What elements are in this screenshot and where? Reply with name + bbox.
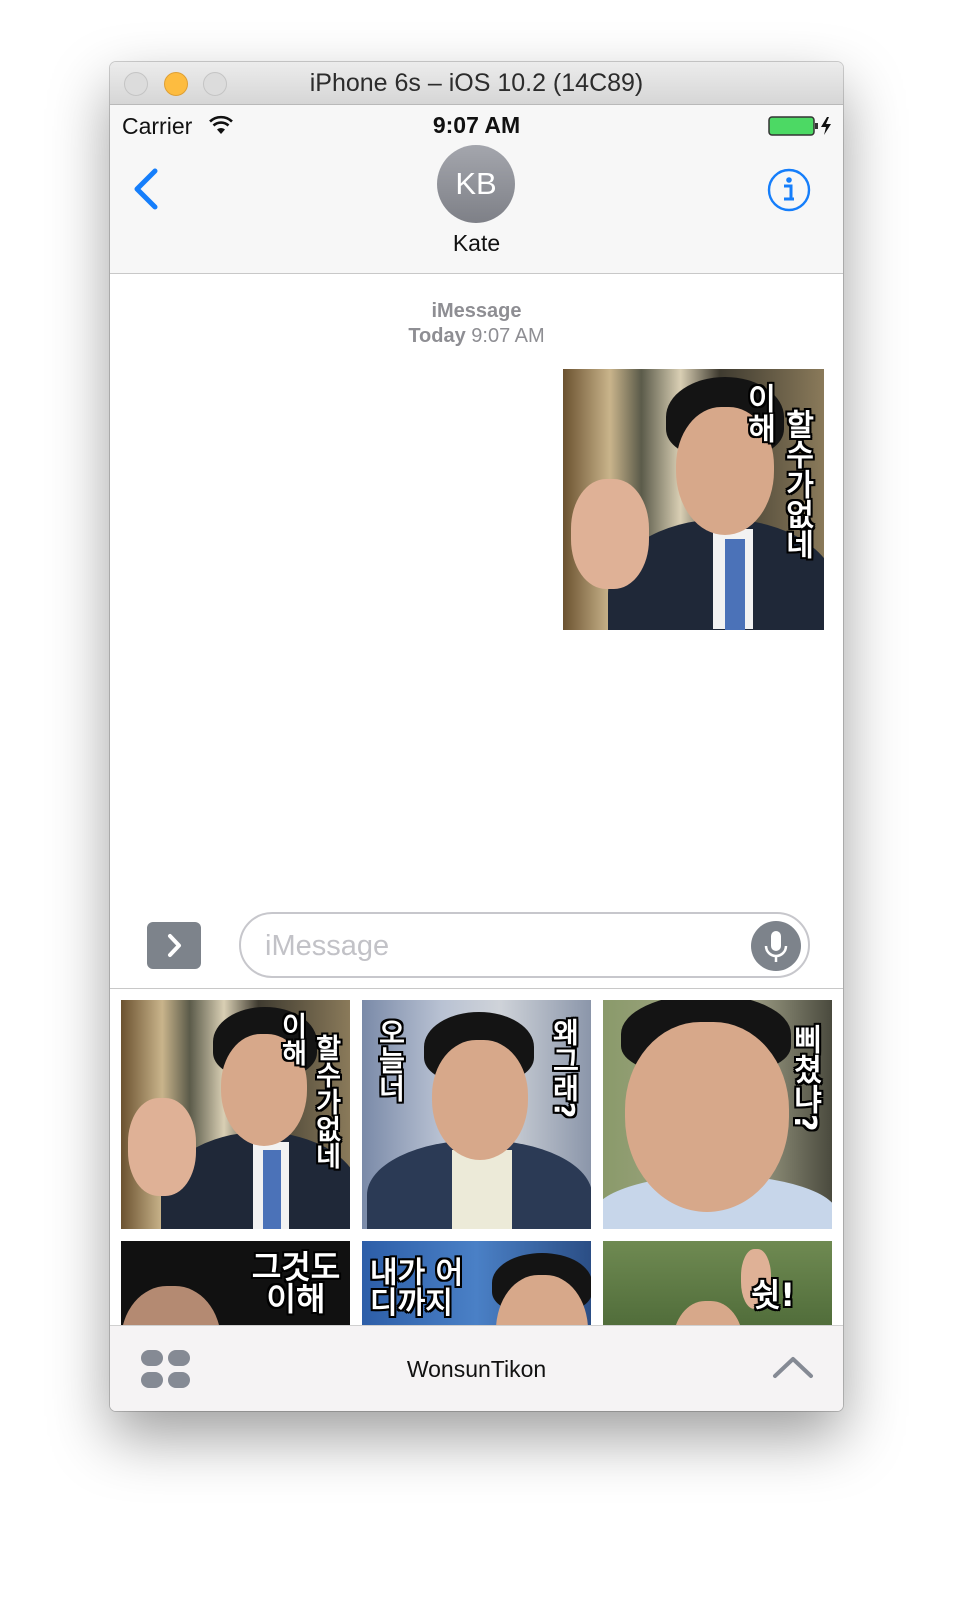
simulator-window: iPhone 6s – iOS 10.2 (14C89) Carrier 9:0… — [110, 62, 843, 1411]
title-bar: iPhone 6s – iOS 10.2 (14C89) — [110, 62, 843, 105]
conversation-header: KB Kate — [110, 143, 843, 274]
sent-sticker-message[interactable]: 이해 할수가없네 — [563, 369, 824, 630]
info-icon[interactable] — [766, 167, 812, 213]
sticker-1-caption-left: 이해 — [276, 1012, 307, 1066]
sticker-4-caption: 그것도 이해 — [251, 1248, 341, 1318]
status-time: 9:07 AM — [432, 112, 521, 138]
back-chevron-icon[interactable] — [130, 167, 162, 211]
app-name-label: WonsunTikon — [406, 1356, 547, 1382]
sticker-5[interactable]: 내가 어디까지 — [362, 1241, 591, 1325]
message-thread[interactable]: iMessage Today 9:07 AM 이해 할수가없네 — [110, 274, 843, 894]
sticker-drawer[interactable]: 이해 할수가없네 오늘너 왜그래? 삐쳤냐? 그것도 이해 내가 어디까지 쉿! — [110, 989, 843, 1325]
message-input[interactable]: iMessage — [239, 912, 810, 978]
sticker-caption-left: 이해 — [741, 383, 776, 443]
sticker-4[interactable]: 그것도 이해 — [121, 1241, 350, 1325]
app-drawer-bar: WonsunTikon — [110, 1325, 843, 1411]
expand-arrow-icon — [168, 934, 181, 957]
sticker-caption-right: 할수가없네 — [779, 409, 814, 559]
battery-icon — [768, 116, 831, 136]
microphone-icon — [764, 931, 788, 962]
contact-name[interactable]: Kate — [110, 230, 843, 257]
sticker-1[interactable]: 이해 할수가없네 — [121, 1000, 350, 1229]
contact-avatar[interactable]: KB — [437, 145, 515, 223]
sticker-3-caption: 삐쳤냐? — [787, 1024, 822, 1132]
message-input-placeholder: iMessage — [265, 930, 390, 962]
sticker-2-caption-left: 오늘너 — [374, 1018, 407, 1102]
sticker-2-caption-right: 왜그래? — [548, 1018, 581, 1119]
sticker-2[interactable]: 오늘너 왜그래? — [362, 1000, 591, 1229]
service-label: iMessage — [431, 300, 522, 322]
sticker-5-caption: 내가 어디까지 — [370, 1256, 464, 1321]
message-timestamp: Today 9:07 AM — [408, 325, 545, 347]
window-title: iPhone 6s – iOS 10.2 (14C89) — [309, 69, 644, 97]
microphone-button[interactable] — [751, 921, 801, 971]
chevron-up-icon[interactable] — [772, 1354, 814, 1380]
compose-bar: iMessage — [110, 894, 843, 989]
sticker-1-caption-right: 할수가없네 — [310, 1034, 341, 1169]
sticker-6-caption: 쉿! — [750, 1276, 796, 1314]
status-bar: Carrier 9:07 AM — [110, 105, 843, 143]
expand-button[interactable] — [147, 922, 201, 969]
sticker-3[interactable]: 삐쳤냐? — [603, 1000, 832, 1229]
sticker-6[interactable]: 쉿! — [603, 1241, 832, 1325]
